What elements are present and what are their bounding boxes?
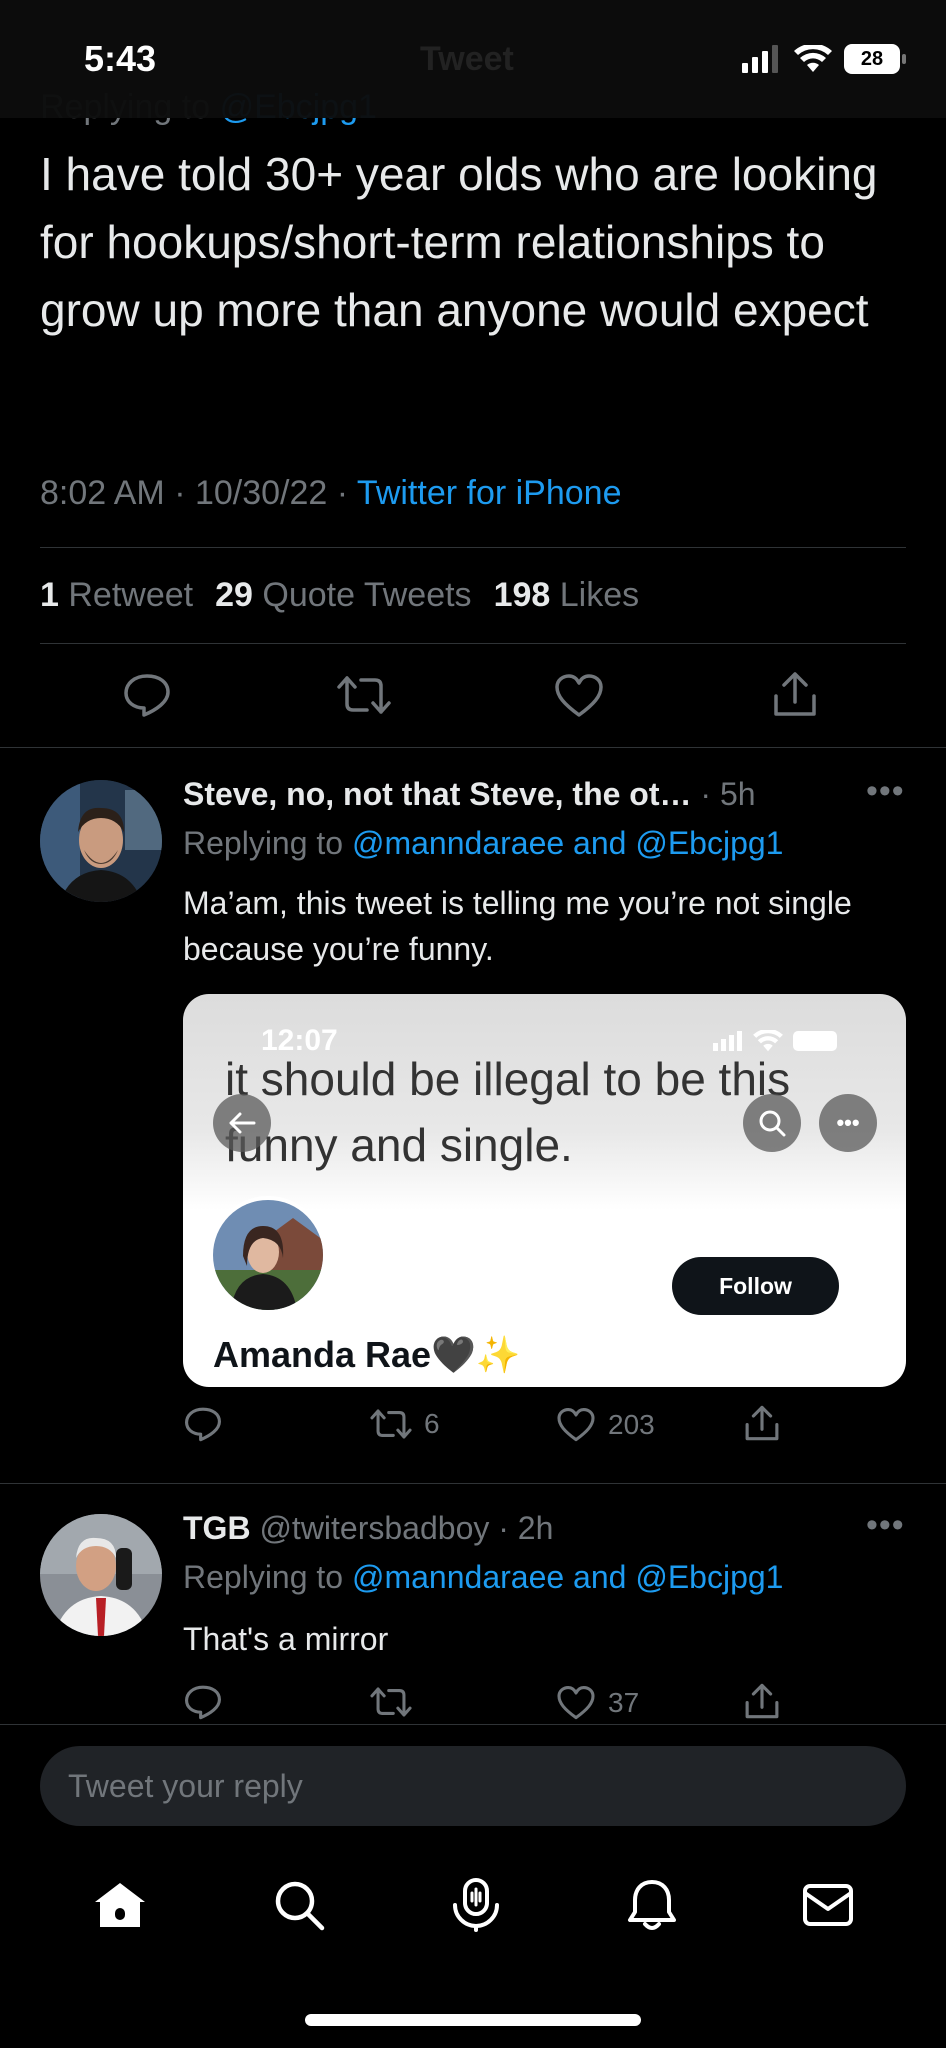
quote-tweets-stat[interactable]: 29 Quote Tweets	[215, 576, 471, 615]
replying-to: Replying to @manndaraee and @Ebcjpg1	[183, 1559, 784, 1595]
like-count: 37	[608, 1687, 640, 1718]
tweet-source-link[interactable]: Twitter for iPhone	[357, 474, 622, 512]
embed-follow-button: Follow	[672, 1257, 839, 1315]
reply-icon	[185, 1685, 221, 1720]
retweet-button[interactable]	[370, 1686, 424, 1718]
divider	[0, 747, 946, 748]
avatar[interactable]	[40, 780, 162, 902]
like-button[interactable]: 203	[556, 1408, 655, 1442]
reply-author-name[interactable]: Steve, no, not that Steve, the ot…	[183, 776, 692, 812]
tweet-meta: 8:02 AM · 10/30/22 · Twitter for iPhone	[40, 474, 621, 513]
like-button[interactable]	[554, 674, 604, 723]
embed-bio-text: it should be illegal to be this funny an…	[225, 1053, 791, 1171]
tab-notifications[interactable]	[627, 1878, 677, 1937]
heart-icon	[557, 1408, 595, 1442]
tab-home[interactable]	[92, 1880, 148, 1935]
reply-input[interactable]: Tweet your reply	[40, 1746, 906, 1826]
home-indicator[interactable]	[305, 2014, 641, 2026]
spaces-icon	[452, 1877, 499, 1932]
reply-input-placeholder: Tweet your reply	[68, 1767, 303, 1804]
divider	[40, 547, 906, 548]
embed-profile-name: Amanda Rae🖤✨	[213, 1334, 521, 1375]
share-button[interactable]	[772, 670, 818, 723]
reply-button[interactable]	[183, 1406, 223, 1442]
wifi-icon	[794, 45, 832, 72]
reply-icon	[124, 674, 170, 717]
divider	[0, 1483, 946, 1484]
embed-search-button	[743, 1094, 801, 1152]
status-time: 5:43	[84, 38, 157, 79]
home-icon	[95, 1882, 146, 1927]
retweet-icon	[337, 676, 391, 714]
reply-button[interactable]	[183, 1684, 223, 1720]
status-icons: 28	[742, 42, 906, 76]
reply-header: Steve, no, not that Steve, the ot… · 5h	[183, 776, 843, 813]
divider	[40, 643, 906, 644]
share-icon	[774, 672, 816, 716]
likes-stat[interactable]: 198 Likes	[494, 576, 640, 615]
divider	[0, 1724, 946, 1725]
search-icon	[275, 1881, 324, 1930]
retweets-stat[interactable]: 1 Retweet	[40, 576, 193, 615]
reply-button[interactable]	[122, 672, 172, 723]
like-button[interactable]: 37	[556, 1686, 639, 1720]
reply-text: That's a mirror	[183, 1621, 389, 1657]
reply-header: TGB @twitersbadboy · 2h	[183, 1510, 553, 1547]
avatar-tgb-image	[40, 1514, 162, 1636]
reply-author-handle: @twitersbadboy	[259, 1510, 490, 1546]
tweet-stats: 1 Retweet 29 Quote Tweets 198 Likes	[40, 576, 639, 615]
search-icon	[759, 1110, 786, 1137]
heart-icon	[555, 674, 603, 717]
share-button[interactable]	[744, 1404, 780, 1442]
replying-to: Replying to @manndaraee and @Ebcjpg1	[183, 825, 784, 861]
tweet-timestamp: 8:02 AM · 10/30/22 ·	[40, 474, 357, 512]
embed-more-button: •••	[819, 1094, 877, 1152]
heart-icon	[557, 1686, 595, 1720]
more-options-icon[interactable]: •••	[866, 772, 905, 811]
reply-text: Ma’am, this tweet is telling me you’re n…	[183, 885, 852, 967]
more-options-icon[interactable]: •••	[866, 1506, 905, 1545]
embedded-image[interactable]: 12:07 it should be illegal to be this fu…	[183, 994, 906, 1387]
tab-messages[interactable]	[802, 1883, 854, 1932]
share-button[interactable]	[744, 1682, 780, 1720]
replying-handles-link[interactable]: @manndaraee and @Ebcjpg1	[352, 825, 783, 861]
reply-time: · 5h	[691, 776, 756, 812]
messages-icon	[802, 1883, 853, 1926]
replying-handles-link[interactable]: @manndaraee and @Ebcjpg1	[352, 1559, 783, 1595]
avatar-steve-image	[40, 780, 162, 902]
reply-author-name[interactable]: TGB	[183, 1510, 251, 1546]
tweet-text: I have told 30+ year olds who are lookin…	[40, 148, 878, 336]
back-arrow-icon	[229, 1112, 256, 1134]
retweet-button[interactable]	[337, 674, 391, 721]
notifications-icon	[628, 1879, 677, 1930]
embed-back-button	[213, 1094, 271, 1152]
embed-profile-avatar-image	[213, 1200, 323, 1310]
retweet-button[interactable]: 6	[370, 1408, 440, 1440]
retweet-count: 6	[424, 1408, 440, 1439]
like-count: 203	[608, 1409, 655, 1440]
embed-profile-avatar	[209, 1196, 327, 1314]
retweet-icon	[370, 1687, 412, 1717]
tab-bar	[0, 1852, 946, 1962]
battery-indicator: 28	[844, 44, 906, 74]
header-title: Tweet	[420, 40, 514, 78]
reply-time: · 2h	[489, 1510, 554, 1546]
more-icon: •••	[836, 1110, 860, 1135]
share-icon	[745, 1405, 779, 1441]
retweet-icon	[370, 1409, 412, 1439]
signal-icon	[742, 45, 778, 73]
avatar[interactable]	[40, 1514, 162, 1636]
reply-icon	[185, 1407, 221, 1442]
tab-spaces[interactable]	[449, 1877, 503, 1938]
embed-battery-icon	[793, 1031, 837, 1051]
share-icon	[745, 1683, 779, 1719]
tab-search[interactable]	[273, 1879, 325, 1936]
status-bar: Tweet 5:43 28	[0, 0, 946, 118]
